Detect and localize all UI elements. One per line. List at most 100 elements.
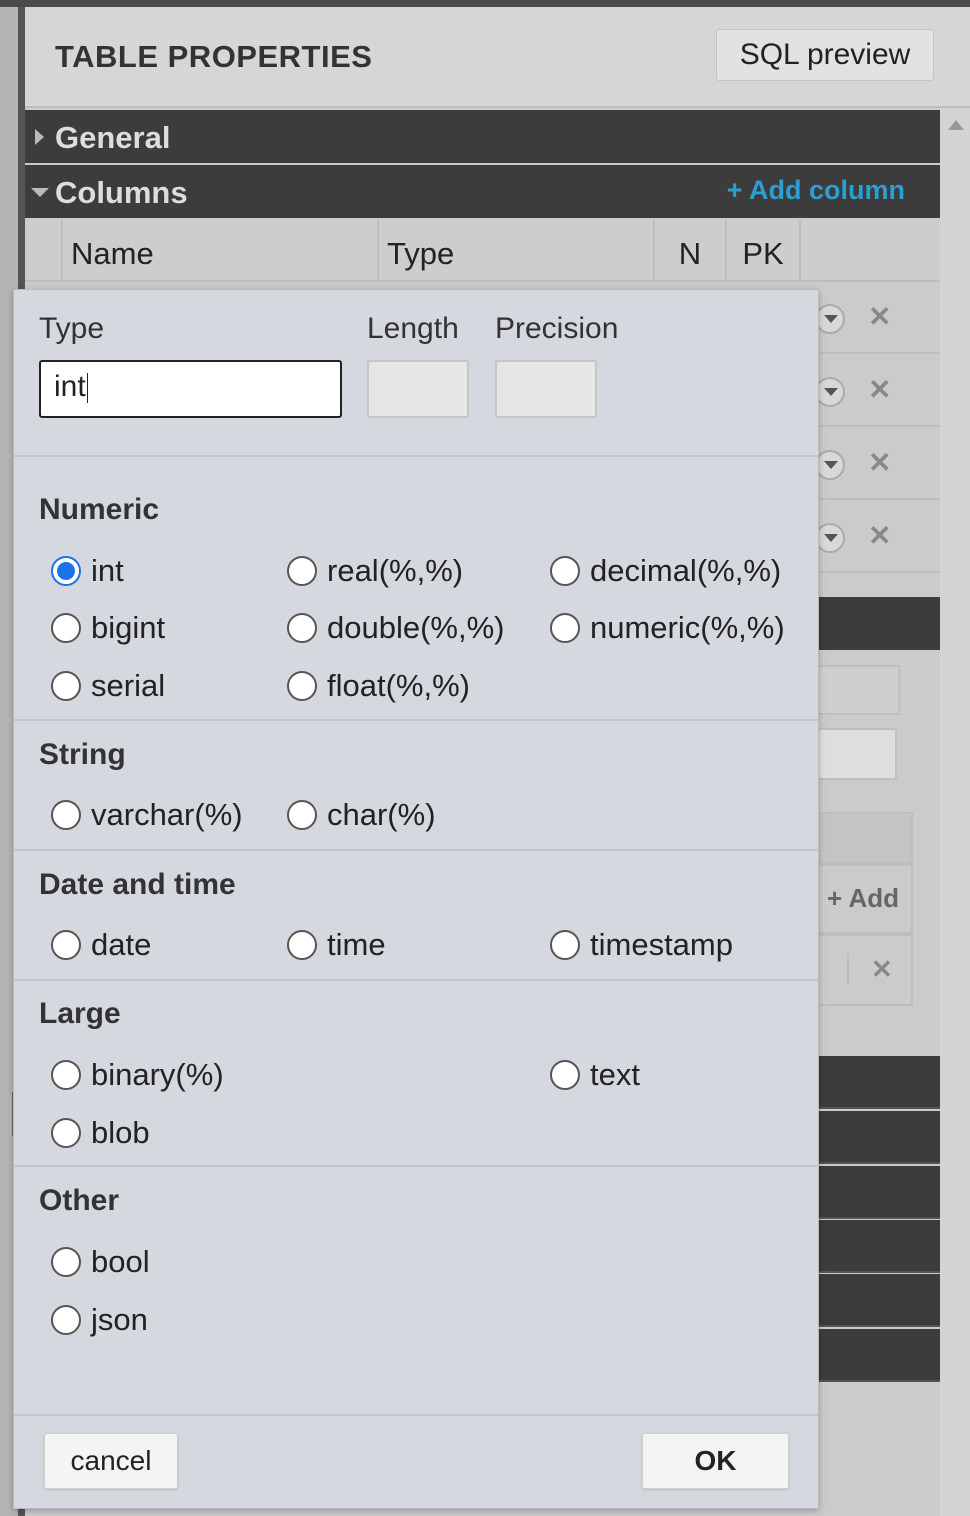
header-name: Name — [61, 220, 377, 282]
top-bar — [0, 0, 970, 7]
section-bar-hidden[interactable] — [815, 1111, 940, 1164]
length-input[interactable] — [367, 360, 469, 418]
radio-icon[interactable] — [51, 1060, 81, 1090]
option-double[interactable]: double(%,%) — [287, 610, 504, 646]
scrollbar[interactable] — [940, 110, 970, 1516]
option-numeric[interactable]: numeric(%,%) — [550, 610, 785, 646]
option-real[interactable]: real(%,%) — [287, 553, 463, 589]
type-input[interactable]: int — [39, 360, 342, 418]
option-label: float(%,%) — [327, 668, 470, 703]
radio-icon[interactable] — [51, 930, 81, 960]
type-input-value: int — [54, 370, 86, 403]
precision-label: Precision — [495, 312, 619, 345]
option-label: time — [327, 927, 386, 962]
group-string: String varchar(%) char(%) — [14, 721, 818, 851]
option-char[interactable]: char(%) — [287, 797, 436, 833]
scroll-up-icon[interactable] — [948, 120, 964, 130]
option-label: real(%,%) — [327, 553, 464, 588]
row-menu-icon[interactable] — [815, 523, 845, 553]
radio-icon[interactable] — [550, 930, 580, 960]
section-general[interactable]: General — [25, 110, 940, 163]
cancel-button[interactable]: cancel — [44, 1433, 178, 1489]
radio-icon[interactable] — [287, 556, 317, 586]
remove-column-icon[interactable]: ✕ — [868, 446, 891, 479]
length-label: Length — [367, 312, 459, 345]
panel-header: TABLE PROPERTIES SQL preview — [25, 7, 970, 108]
radio-checked-icon[interactable] — [51, 556, 81, 586]
text-caret — [86, 373, 88, 404]
radio-icon[interactable] — [550, 556, 580, 586]
option-label: bool — [91, 1244, 150, 1279]
option-label: int — [91, 553, 124, 588]
radio-icon[interactable] — [51, 800, 81, 830]
option-label: decimal(%,%) — [590, 553, 782, 588]
group-date-time-title: Date and time — [39, 868, 236, 901]
section-bar-hidden[interactable] — [815, 1274, 940, 1327]
option-label: json — [91, 1302, 148, 1337]
option-date[interactable]: date — [51, 927, 151, 963]
group-other: Other bool json — [14, 1167, 818, 1414]
option-blob[interactable]: blob — [51, 1115, 150, 1151]
section-bar-hidden[interactable] — [815, 1166, 940, 1219]
option-decimal[interactable]: decimal(%,%) — [550, 553, 781, 589]
section-bar-hidden[interactable] — [815, 597, 940, 650]
precision-input[interactable] — [495, 360, 597, 418]
option-label: numeric(%,%) — [590, 610, 785, 645]
radio-icon[interactable] — [51, 1247, 81, 1277]
section-bar-hidden[interactable] — [815, 1220, 940, 1273]
option-bool[interactable]: bool — [51, 1244, 150, 1280]
header-pk: PK — [725, 220, 799, 282]
group-large: Large binary(%) text blob — [14, 981, 818, 1167]
row-menu-icon[interactable] — [815, 377, 845, 407]
option-text[interactable]: text — [550, 1057, 640, 1093]
remove-item-icon[interactable]: ✕ — [847, 954, 893, 985]
radio-icon[interactable] — [51, 1305, 81, 1335]
type-picker-dialog: Type Length Precision int Numeric int re… — [13, 289, 819, 1509]
section-columns[interactable]: Columns + Add column — [25, 165, 940, 218]
add-link[interactable]: + Add — [827, 883, 899, 914]
option-json[interactable]: json — [51, 1302, 148, 1338]
sql-preview-button[interactable]: SQL preview — [716, 29, 934, 81]
remove-column-icon[interactable]: ✕ — [868, 300, 891, 333]
radio-icon[interactable] — [287, 800, 317, 830]
option-int[interactable]: int — [51, 553, 124, 589]
option-serial[interactable]: serial — [51, 668, 165, 704]
option-timestamp[interactable]: timestamp — [550, 927, 733, 963]
radio-icon[interactable] — [51, 671, 81, 701]
option-label: double(%,%) — [327, 610, 505, 645]
row-menu-icon[interactable] — [815, 450, 845, 480]
add-column-link[interactable]: + Add column — [727, 175, 905, 206]
option-bigint[interactable]: bigint — [51, 610, 165, 646]
option-label: text — [590, 1057, 640, 1092]
option-label: bigint — [91, 610, 166, 645]
radio-icon[interactable] — [287, 930, 317, 960]
radio-icon[interactable] — [550, 1060, 580, 1090]
remove-column-icon[interactable]: ✕ — [868, 519, 891, 552]
header-type: Type — [377, 220, 653, 282]
columns-header-row: Name Type N PK — [25, 220, 940, 282]
section-bar-hidden[interactable] — [815, 1329, 940, 1382]
radio-icon[interactable] — [51, 1118, 81, 1148]
option-binary[interactable]: binary(%) — [51, 1057, 224, 1093]
option-label: binary(%) — [91, 1057, 224, 1092]
radio-icon[interactable] — [51, 613, 81, 643]
option-label: varchar(%) — [91, 797, 243, 832]
ok-button[interactable]: OK — [642, 1433, 789, 1489]
option-varchar[interactable]: varchar(%) — [51, 797, 243, 833]
section-bar-hidden[interactable] — [815, 1056, 940, 1109]
option-float[interactable]: float(%,%) — [287, 668, 470, 704]
group-numeric-title: Numeric — [39, 493, 160, 526]
radio-icon[interactable] — [287, 671, 317, 701]
option-label: serial — [91, 668, 166, 703]
expand-icon — [35, 129, 44, 145]
radio-icon[interactable] — [287, 613, 317, 643]
section-general-label: General — [55, 120, 171, 155]
option-time[interactable]: time — [287, 927, 386, 963]
option-label: char(%) — [327, 797, 436, 832]
collapse-icon — [31, 188, 49, 197]
group-numeric: Numeric int real(%,%) decimal(%,%) bigin… — [14, 457, 818, 721]
row-menu-icon[interactable] — [815, 304, 845, 334]
radio-icon[interactable] — [550, 613, 580, 643]
remove-column-icon[interactable]: ✕ — [868, 373, 891, 406]
group-date-time: Date and time date time timestamp — [14, 851, 818, 981]
